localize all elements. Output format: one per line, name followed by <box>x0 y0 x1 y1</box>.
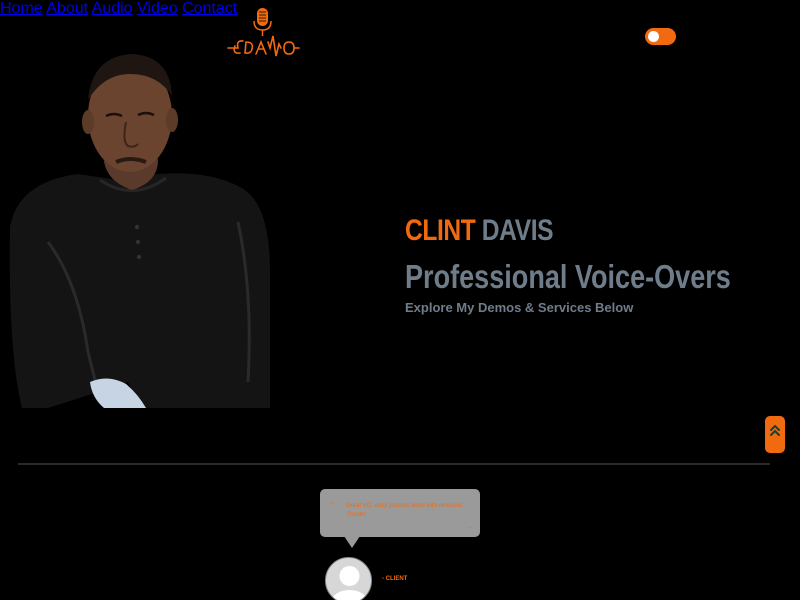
hero-subtitle: Explore My Demos & Services Below <box>405 300 634 315</box>
scroll-to-top-button[interactable] <box>765 416 785 453</box>
nav-video[interactable]: Video <box>137 0 178 17</box>
quote-close-mark: ”” <box>467 527 471 533</box>
section-divider <box>18 463 770 465</box>
theme-toggle[interactable] <box>645 28 676 45</box>
hero-last-name: DAVIS <box>481 214 554 247</box>
testimonial-quote: Great VO, easy process even with revisio… <box>346 503 465 518</box>
user-silhouette-icon <box>331 566 368 600</box>
nav-home[interactable]: Home <box>0 0 43 17</box>
testimonial-client: - CLIENT <box>382 576 408 582</box>
quote-open-mark: ““ <box>330 502 334 508</box>
hero-title: Professional Voice-Overs <box>405 258 731 295</box>
main-nav: Home About Audio Video Contact <box>0 0 800 18</box>
portrait-image <box>9 54 270 408</box>
nav-about[interactable]: About <box>46 0 88 17</box>
double-chevron-up-icon <box>770 424 780 436</box>
hero-first-name: CLINT <box>405 214 476 247</box>
nav-audio[interactable]: Audio <box>92 0 133 17</box>
toggle-knob <box>648 31 659 42</box>
client-avatar <box>325 557 372 600</box>
microphone-logo-icon <box>227 8 300 57</box>
hero-portrait <box>8 52 274 408</box>
site-logo[interactable] <box>226 6 300 58</box>
testimonial-bubble: ““ Great VO, easy process even with revi… <box>320 489 480 548</box>
hero-name: CLINT DAVIS <box>405 214 554 248</box>
